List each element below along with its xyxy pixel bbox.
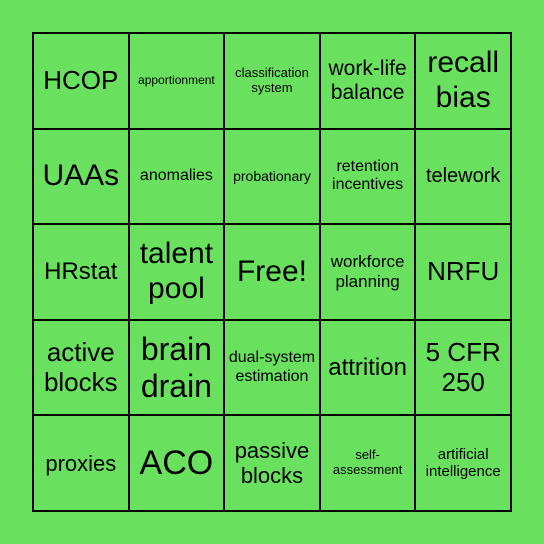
bingo-cell[interactable]: UAAs xyxy=(33,128,129,225)
bingo-cell[interactable]: attrition xyxy=(319,319,416,416)
bingo-cell[interactable]: NRFU xyxy=(415,224,511,320)
bingo-cell[interactable]: proxies xyxy=(33,415,129,511)
bingo-cell[interactable]: recall bias xyxy=(415,33,511,129)
bingo-cell[interactable]: apportionment xyxy=(128,33,225,129)
bingo-cell[interactable]: self-assessment xyxy=(319,415,416,511)
bingo-cell[interactable]: workforce planning xyxy=(319,224,416,320)
bingo-cell[interactable]: passive blocks xyxy=(224,415,320,511)
bingo-cell[interactable]: ACO xyxy=(128,415,225,511)
bingo-cell[interactable]: probationary xyxy=(224,128,320,225)
bingo-card: HCOP apportionment classification system wo… xyxy=(32,32,512,512)
bingo-cell[interactable]: classification system xyxy=(224,33,320,129)
bingo-cell[interactable]: work-life balance xyxy=(319,33,416,129)
bingo-cell[interactable]: dual-system estimation xyxy=(224,319,320,416)
bingo-cell[interactable]: talent pool xyxy=(128,224,225,320)
bingo-cell[interactable]: 5 CFR 250 xyxy=(415,319,511,416)
bingo-cell[interactable]: telework xyxy=(415,128,511,225)
bingo-cell[interactable]: anomalies xyxy=(128,128,225,225)
bingo-cell[interactable]: retention incentives xyxy=(319,128,416,225)
bingo-cell[interactable]: brain drain xyxy=(128,319,225,416)
bingo-cell[interactable]: HCOP xyxy=(33,33,129,129)
bingo-cell[interactable]: HRstat xyxy=(33,224,129,320)
bingo-cell[interactable]: active blocks xyxy=(33,319,129,416)
bingo-cell[interactable]: artificial intelligence xyxy=(415,415,511,511)
bingo-cell[interactable]: Free! xyxy=(224,224,320,320)
